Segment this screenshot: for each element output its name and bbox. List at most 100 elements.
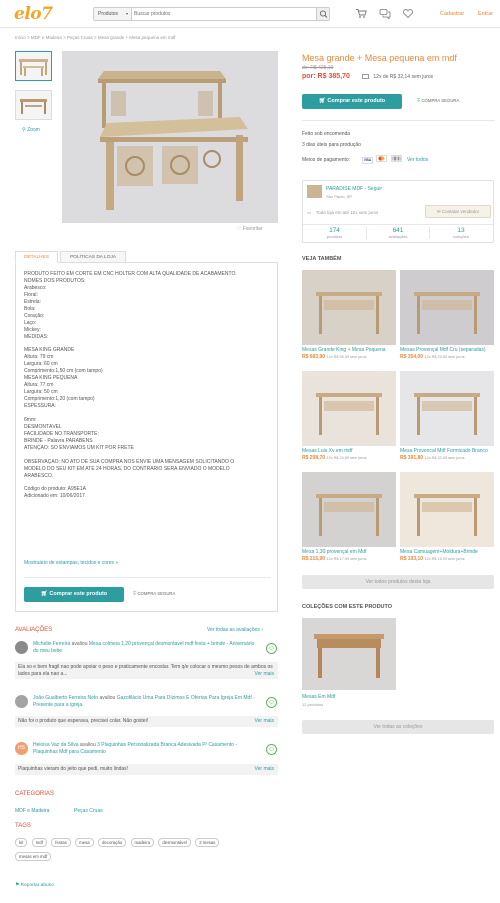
- review-user[interactable]: Michelle Ferreira: [33, 641, 70, 647]
- product-name[interactable]: Mesa Provencal Mdf Formicado Branco: [400, 448, 494, 454]
- collection-image[interactable]: [302, 618, 396, 690]
- search-input[interactable]: [134, 8, 314, 20]
- description-line: Código do produto: A95E1A: [24, 486, 86, 493]
- collection-name[interactable]: Mesas Em Mdf: [302, 694, 335, 700]
- product-price: R$ 215,90 12x R$ 17,99 sem juros: [302, 556, 367, 562]
- mastercard-icon: [376, 155, 388, 162]
- product-price: R$ 354,00 12x R$ 29,50 sem juros: [400, 354, 465, 360]
- tag[interactable]: mdf: [31, 838, 47, 847]
- product-price: R$ 193,10 12x R$ 16,09 sem juros: [400, 556, 465, 562]
- product-card[interactable]: Mesas Provençal Mdf Cru (separadas) R$ 3…: [400, 270, 494, 360]
- collection-count: 12 produtos: [302, 702, 324, 707]
- description-line: Comprimento:1,50 cm (com tampo): [24, 368, 103, 375]
- thumbnail-1[interactable]: [15, 51, 52, 81]
- report-label: Reportar abuso: [20, 883, 54, 888]
- search-button[interactable]: [316, 8, 329, 20]
- see-all-reviews-link[interactable]: Ver todas as avaliações ›: [207, 627, 263, 633]
- header: elo7 Produtos ▾ Cadastrar Entrar: [0, 0, 500, 28]
- store-name[interactable]: PARADISE MDF - Seguir: [326, 186, 382, 192]
- product-card[interactable]: Mesa Camuagem+Moldura+Brinde R$ 193,10 1…: [400, 472, 494, 562]
- stat-label: avaliações: [388, 234, 408, 239]
- tag[interactable]: festas: [51, 838, 71, 847]
- review-verb: avaliou: [79, 742, 96, 748]
- cart-icon: 🛒︎: [40, 591, 48, 597]
- avatar[interactable]: [15, 641, 28, 654]
- breadcrumb[interactable]: Início > MDF e Madeira > Peças Cruas > M…: [15, 35, 175, 40]
- tag[interactable]: madeira: [130, 838, 155, 847]
- payment-label: Meios de pagamento:: [302, 157, 351, 163]
- report-abuse-link[interactable]: ⚑ Reportar abuso: [15, 883, 54, 888]
- table-image: [20, 99, 47, 114]
- avatar[interactable]: [15, 695, 28, 708]
- description-line: [24, 410, 274, 417]
- product-name[interactable]: Mesa 1,30 provençal em Mdf: [302, 549, 396, 555]
- messages-icon[interactable]: [379, 8, 391, 19]
- review-more-link[interactable]: Ver mais: [255, 766, 274, 773]
- card-icon: [362, 74, 369, 80]
- contact-seller-button[interactable]: ✉ Contatar vendedor: [425, 205, 491, 218]
- secure-label: COMPRA SEGURA: [137, 591, 176, 596]
- review-user[interactable]: João Gualberto Ferreira Neto: [33, 695, 98, 701]
- tab-details[interactable]: DETALHES: [15, 251, 58, 263]
- stat-products[interactable]: 174 produtos: [303, 227, 366, 239]
- tag[interactable]: 2 mesas: [195, 838, 220, 847]
- see-all-payment-link[interactable]: Ver todos: [407, 157, 428, 163]
- review-header: João Gualberto Ferreira Neto avaliou Gaz…: [33, 695, 258, 708]
- payment-cards: VISA: [362, 155, 404, 164]
- avatar[interactable]: HS: [15, 742, 28, 755]
- login-link[interactable]: Entrar: [478, 11, 493, 17]
- tag[interactable]: kit: [15, 838, 28, 847]
- category-link[interactable]: MDF e Madeira: [15, 808, 49, 814]
- thumbnail-2[interactable]: [15, 90, 52, 120]
- description-line: Laço:: [24, 319, 37, 326]
- table-image: [316, 494, 382, 536]
- favorite-label: Favoritar: [242, 226, 263, 232]
- store-avatar[interactable]: [307, 185, 322, 198]
- smile-icon: ☺: [266, 643, 277, 654]
- product-name[interactable]: Mesas Luis Xv em mdf: [302, 448, 396, 454]
- description-line: DESMONTÁVEL: [24, 423, 62, 430]
- description-line: MEDIDAS:: [24, 333, 49, 340]
- heart-icon[interactable]: [402, 8, 414, 19]
- cart-icon[interactable]: [355, 8, 367, 19]
- category-link[interactable]: Peças Cruas: [74, 808, 103, 814]
- product-name[interactable]: Mesas Provençal Mdf Cru (separadas): [400, 347, 494, 353]
- product-price: R$ 298,70 12x R$ 24,89 sem juros: [302, 455, 367, 461]
- tag[interactable]: mesa: [75, 838, 94, 847]
- tag[interactable]: desmontável: [158, 838, 191, 847]
- review-more-link[interactable]: Ver mais: [255, 671, 274, 678]
- review-item: HS Heloisa Vaz da Silva avaliou 3 Plaqui…: [15, 742, 278, 778]
- logo[interactable]: elo7: [14, 4, 53, 24]
- description-line: [24, 341, 274, 348]
- see-all-collections-button[interactable]: Ver todas as coleções: [302, 720, 494, 734]
- register-link[interactable]: Cadastrar: [440, 11, 464, 17]
- review-more-link[interactable]: Ver mais: [255, 718, 274, 725]
- product-name[interactable]: Mesas Grande King + Mesa Pequena: [302, 347, 396, 353]
- product-photo: [62, 51, 278, 223]
- tag[interactable]: mesas em mdf: [15, 852, 52, 861]
- product-card[interactable]: Mesas Grande King + Mesa Pequena R$ 683,…: [302, 270, 396, 360]
- product-card[interactable]: Mesa 1,30 provençal em Mdf R$ 215,90 12x…: [302, 472, 396, 562]
- mostruario-link[interactable]: Mostruário de estampas, tecidos e cores …: [24, 560, 118, 566]
- favorite-button[interactable]: ♡ Favoritar: [237, 226, 263, 232]
- tags-title: TAGS: [15, 823, 31, 829]
- buy-label: Comprar este produto: [49, 591, 108, 597]
- stat-reviews[interactable]: 641 avaliações: [366, 227, 429, 239]
- search-category-select[interactable]: Produtos ▾: [94, 8, 132, 20]
- buy-button[interactable]: 🛒︎ Comprar este produto: [302, 94, 402, 109]
- description-line: ARABESCO.: [24, 472, 54, 479]
- review-body: Não foi o produto que esperava, precisei…: [15, 716, 278, 727]
- product-card[interactable]: Mesas Luis Xv em mdf R$ 298,70 12x R$ 24…: [302, 371, 396, 461]
- zoom-button[interactable]: ⚲ Zoom: [22, 127, 40, 133]
- search-bar: Produtos ▾: [93, 7, 330, 21]
- table-image: [19, 59, 48, 76]
- product-card[interactable]: Mesa Provencal Mdf Formicado Branco R$ 3…: [400, 371, 494, 461]
- see-store-products-button[interactable]: Ver todos produtos desta loja: [302, 575, 494, 589]
- buy-button-bottom[interactable]: 🛒︎ Comprar este produto: [24, 587, 124, 602]
- product-name[interactable]: Mesa Camuagem+Moldura+Brinde: [400, 549, 494, 555]
- tag[interactable]: decoração: [98, 838, 127, 847]
- stat-collections[interactable]: 13 coleções: [429, 227, 492, 239]
- main-product-image[interactable]: [62, 51, 278, 223]
- tags-list: kit mdf festas mesa decoração madeira de…: [15, 838, 255, 866]
- review-user[interactable]: Heloisa Vaz da Silva: [33, 742, 79, 748]
